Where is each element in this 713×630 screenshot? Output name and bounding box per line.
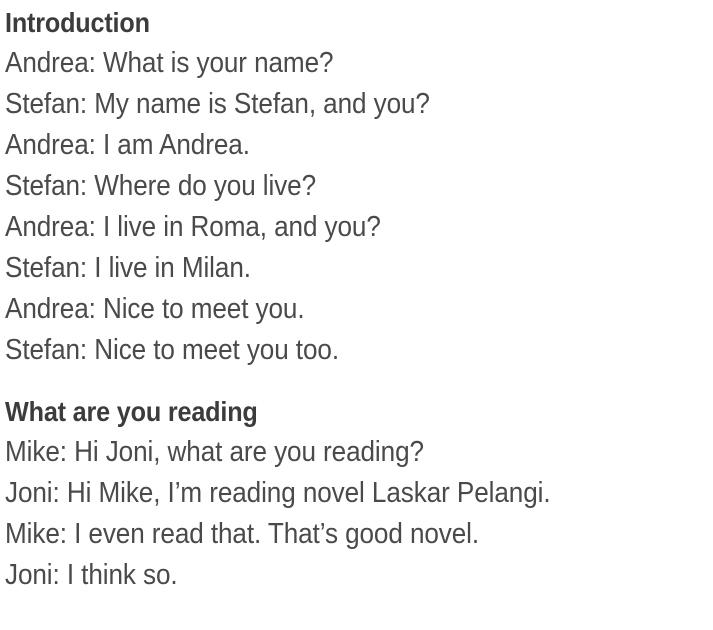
dialogue-line: Joni: I think so. — [5, 559, 178, 591]
document-page: Introduction Andrea: What is your name? … — [0, 0, 713, 630]
dialogue-line: Mike: Hi Joni, what are you reading? — [5, 436, 424, 468]
section-heading: Introduction — [5, 7, 150, 38]
dialogue-line: Stefan: Where do you live? — [5, 170, 317, 202]
dialogue-line: Stefan: I live in Milan. — [5, 252, 251, 284]
dialogue-line: Mike: I even read that. That’s good nove… — [5, 518, 480, 550]
dialogue-line: Andrea: Nice to meet you. — [5, 293, 305, 325]
section-heading: What are you reading — [5, 396, 258, 427]
dialogue-line: Andrea: I am Andrea. — [5, 129, 250, 161]
section-what-are-you-reading: What are you reading Mike: Hi Joni, what… — [5, 391, 713, 596]
dialogue-line: Stefan: Nice to meet you too. — [5, 334, 339, 366]
dialogue-line: Joni: Hi Mike, I’m reading novel Laskar … — [5, 477, 551, 509]
dialogue-line: Andrea: I live in Roma, and you? — [5, 211, 381, 243]
dialogue-line: Andrea: What is your name? — [5, 47, 334, 79]
section-introduction: Introduction Andrea: What is your name? … — [5, 2, 713, 371]
dialogue-line: Stefan: My name is Stefan, and you? — [5, 88, 430, 120]
